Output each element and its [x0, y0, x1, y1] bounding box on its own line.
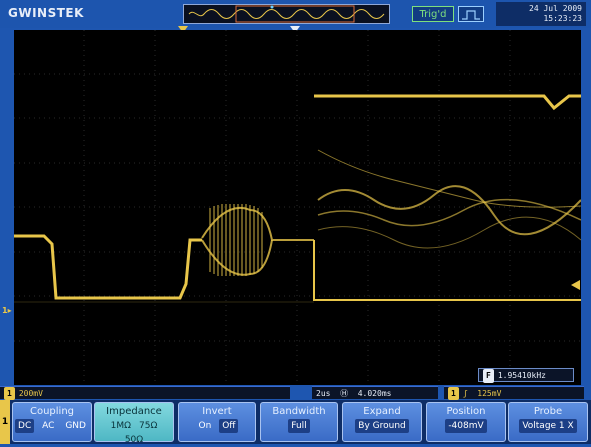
bandwidth-value: Full	[288, 419, 310, 433]
brand-logo: GWINSTEK	[8, 6, 84, 20]
impedance-title: Impedance	[106, 406, 162, 417]
ch1-scale-value: 200mV	[18, 389, 43, 398]
trigger-level-marker-icon[interactable]	[568, 280, 580, 290]
freq-ch-icon: F	[483, 369, 494, 383]
softkey-menu-bar: 1 Coupling DC AC GND Impedance 1MΩ 75Ω50Ω…	[0, 400, 591, 445]
waveform-display[interactable]	[14, 30, 581, 385]
probe-title: Probe	[533, 406, 563, 417]
invert-title: Invert	[202, 406, 232, 417]
impedance-75-option[interactable]: 75Ω	[136, 419, 160, 433]
trigger-status-badge: Trig'd	[412, 6, 454, 22]
channel1-badge: 1	[4, 387, 15, 400]
rising-edge-icon: ʃ	[462, 389, 468, 398]
delay-icon: Ⓗ	[340, 389, 349, 398]
waveform-svg	[14, 30, 581, 385]
rising-edge-pulse-icon	[458, 6, 484, 22]
timebase-value: 2us	[316, 389, 331, 398]
invert-softkey[interactable]: Invert On Off	[178, 402, 256, 442]
impedance-50-option[interactable]: 50Ω	[122, 433, 146, 447]
coupling-softkey[interactable]: Coupling DC AC GND	[12, 402, 92, 442]
date-time-display: 24 Jul 2009 15:23:23	[496, 2, 586, 26]
coupling-gnd-option[interactable]: GND	[62, 419, 89, 433]
time-text: 15:23:23	[543, 14, 582, 23]
impedance-1m-option[interactable]: 1MΩ	[108, 419, 134, 433]
invert-on-option[interactable]: On	[196, 419, 215, 433]
position-value: -408mV	[445, 419, 487, 433]
memory-overview-bar[interactable]	[183, 4, 390, 24]
bandwidth-softkey[interactable]: Bandwidth Full	[260, 402, 338, 442]
delay-value: 4.020ms	[357, 389, 392, 398]
probe-softkey[interactable]: Probe Voltage 1 X	[508, 402, 588, 442]
trigger-channel-badge: 1	[448, 387, 459, 400]
top-status-bar: GWINSTEK Trig'd 24 Jul 2009 15:23:23	[0, 0, 591, 28]
ground-arrow-icon[interactable]: 1▸	[2, 306, 12, 315]
frequency-readout: F 1.95410kHz	[478, 368, 574, 383]
coupling-title: Coupling	[29, 406, 75, 417]
coupling-ac-option[interactable]: AC	[39, 419, 57, 433]
position-title: Position	[446, 406, 486, 417]
expand-value: By Ground	[355, 419, 409, 433]
bandwidth-title: Bandwidth	[272, 406, 326, 417]
waveform-trace	[14, 94, 581, 303]
coupling-dc-option[interactable]: DC	[15, 419, 35, 433]
timebase-readout: 2us Ⓗ 4.020ms	[312, 386, 438, 399]
frequency-value: 1.95410kHz	[497, 371, 546, 380]
date-text: 24 Jul 2009	[529, 4, 582, 13]
expand-softkey[interactable]: Expand By Ground	[342, 402, 422, 442]
trigger-readout: 1ʃ 125mV	[444, 386, 584, 400]
probe-value: Voltage 1 X	[519, 419, 577, 433]
channel-scale-readout: 1 200mV	[0, 386, 290, 400]
channel1-menu-tab[interactable]: 1	[0, 400, 10, 444]
impedance-softkey[interactable]: Impedance 1MΩ 75Ω50Ω	[94, 402, 174, 445]
position-softkey[interactable]: Position -408mV	[426, 402, 506, 442]
expand-title: Expand	[363, 406, 401, 417]
invert-off-option[interactable]: Off	[219, 419, 239, 433]
trigger-level-value: 125mV	[477, 389, 502, 398]
